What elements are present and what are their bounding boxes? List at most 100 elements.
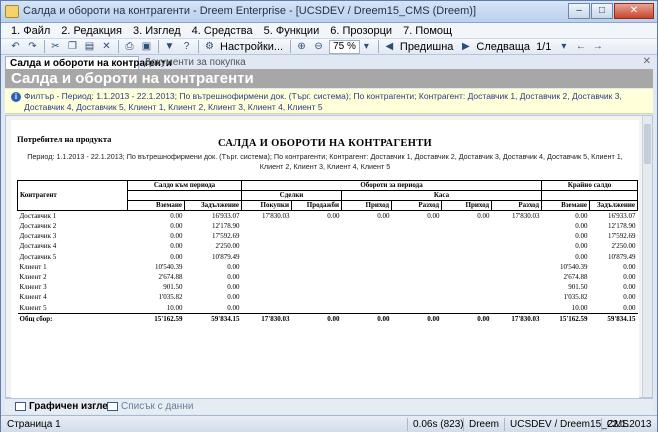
row-value: 0.00 (227, 273, 240, 282)
close-tab-icon[interactable]: ✕ (643, 56, 651, 67)
row-value (492, 231, 542, 241)
menu-help[interactable]: 7. Помощ (403, 25, 452, 37)
menu-file[interactable]: 1. Файл (11, 25, 50, 37)
row-value: 0.00 (227, 293, 240, 302)
row-value: 15'162.59 (127, 312, 185, 324)
table-row: Доставчик 1 0.00 16'933.07 17'830.03 0.00 0.0… (18, 211, 638, 222)
header-closing-liability: Задължение (589, 200, 639, 211)
tab-purchase-documents[interactable]: Документи за покупка (140, 56, 250, 70)
row-value (392, 241, 442, 251)
status-timing: 0.06s (823) (413, 419, 464, 430)
zoom-out-icon[interactable]: ⊖ (312, 41, 325, 53)
row-value (292, 272, 342, 282)
row-value (292, 282, 342, 292)
maximize-button[interactable]: □ (591, 3, 613, 19)
zoom-in-icon[interactable]: ⊕ (295, 41, 308, 53)
tab-graphic-view-label: Графичен изглед (29, 401, 115, 412)
chevron-down-icon[interactable]: ▾ (557, 41, 570, 53)
back-icon[interactable]: ← (574, 41, 587, 53)
menu-view[interactable]: 3. Изглед (133, 25, 181, 37)
row-value (292, 241, 342, 251)
row-value (342, 221, 392, 231)
preview-icon[interactable]: ▣ (140, 41, 153, 53)
page-indicator[interactable]: 1/1 (536, 41, 551, 53)
row-value (242, 282, 292, 292)
row-value (392, 262, 442, 272)
chevron-down-icon[interactable]: ▾ (360, 41, 373, 53)
row-label: Доставчик 5 (19, 252, 57, 261)
forward-icon[interactable]: → (591, 41, 604, 53)
row-value (342, 262, 392, 272)
view-tabs: Графичен изглед Списък с данни (5, 398, 653, 414)
row-value (292, 231, 342, 241)
row-value: 0.00 (170, 242, 183, 251)
status-page: Страница 1 (7, 419, 61, 430)
menu-tools[interactable]: 4. Средства (192, 25, 253, 37)
row-value (292, 292, 342, 302)
row-label: Клиент 3 (19, 283, 47, 292)
row-value: 0.00 (227, 262, 240, 271)
status-bar: Страница 1 0.06s (823) Dreem UCSDEV / Dr… (1, 415, 657, 432)
vertical-scrollbar[interactable] (642, 116, 652, 397)
minimize-button[interactable]: – (568, 3, 590, 19)
report-preview[interactable]: Потребител на продукта САЛДА И ОБОРОТИ Н… (5, 115, 653, 399)
row-value: 12'178.90 (211, 222, 240, 231)
status-separator (504, 418, 505, 431)
row-value: 16'933.07 (211, 212, 240, 220)
row-value: 17'830.03 (491, 312, 542, 324)
row-value: 0.00 (170, 252, 183, 261)
close-button[interactable]: ✕ (614, 3, 654, 19)
row-value: 0.00 (341, 312, 392, 324)
settings-button[interactable]: Настройки... (220, 41, 283, 53)
row-value: 0.00 (291, 312, 342, 324)
tab-graphic-view[interactable]: Графичен изглед (13, 400, 114, 414)
row-value (492, 292, 542, 302)
zoom-select[interactable]: 75 % (329, 39, 360, 54)
row-value: 0.00 (170, 232, 183, 241)
copy-icon[interactable]: ❐ (66, 41, 79, 53)
toolbar-separator (290, 40, 292, 53)
row-label: Доставчик 4 (19, 242, 57, 251)
header-deals: Сделки (241, 190, 342, 201)
previous-page-button[interactable]: Предишна (400, 41, 453, 53)
tab-data-list-label: Списък с данни (121, 401, 194, 412)
row-value: 1'035.82 (563, 293, 588, 302)
row-value (492, 241, 542, 251)
redo-icon[interactable]: ↷ (26, 41, 39, 53)
menu-edit[interactable]: 2. Редакция (61, 25, 122, 37)
tab-balances[interactable]: Салда и обороти на контрагенти (5, 56, 172, 70)
cut-icon[interactable]: ✂ (49, 41, 62, 53)
undo-icon[interactable]: ↶ (9, 41, 22, 53)
header-closing-balance: Крайно салдо (541, 180, 639, 191)
row-value: 2'250.00 (611, 242, 636, 251)
tab-data-list[interactable]: Списък с данни (105, 400, 193, 414)
page-title: Салда и обороти на контрагенти (11, 70, 254, 87)
table-row: Доставчик 5 0.00 10'879.49 0.00 10'879.49 (18, 252, 638, 262)
scrollbar-thumb[interactable] (644, 124, 651, 164)
app-icon (5, 5, 19, 18)
header-cash-income: Приход (341, 200, 392, 211)
row-label: Клиент 5 (19, 303, 47, 312)
row-value: 901.50 (568, 283, 588, 292)
menu-bar: 1. Файл 2. Редакция 3. Изглед 4. Средств… (1, 23, 657, 38)
next-page-button[interactable]: Следваща (476, 41, 530, 53)
menu-functions[interactable]: 5. Функции (264, 25, 320, 37)
report-table: Контрагент Салдо към периода Обороти за … (17, 180, 639, 324)
header-opening-balance: Салдо към периода (127, 180, 242, 191)
row-value (242, 252, 292, 262)
window-controls: – □ ✕ (567, 3, 654, 20)
row-value (492, 252, 542, 262)
paste-icon[interactable]: ▤ (83, 41, 96, 53)
row-value (492, 303, 542, 314)
title-bar[interactable]: Салда и обороти на контрагенти - Dreem E… (1, 1, 657, 23)
row-value: 0.00 (477, 212, 490, 220)
row-label: Клиент 1 (19, 262, 47, 271)
filter-icon[interactable]: ▼ (163, 41, 176, 53)
delete-icon[interactable]: ✕ (100, 41, 113, 53)
menu-windows[interactable]: 6. Прозорци (330, 25, 392, 37)
row-value (392, 303, 442, 314)
row-label: Клиент 2 (19, 273, 47, 282)
print-icon[interactable]: ⎙ (123, 41, 136, 53)
help-icon[interactable]: ? (180, 41, 193, 53)
header-blank (541, 190, 639, 201)
